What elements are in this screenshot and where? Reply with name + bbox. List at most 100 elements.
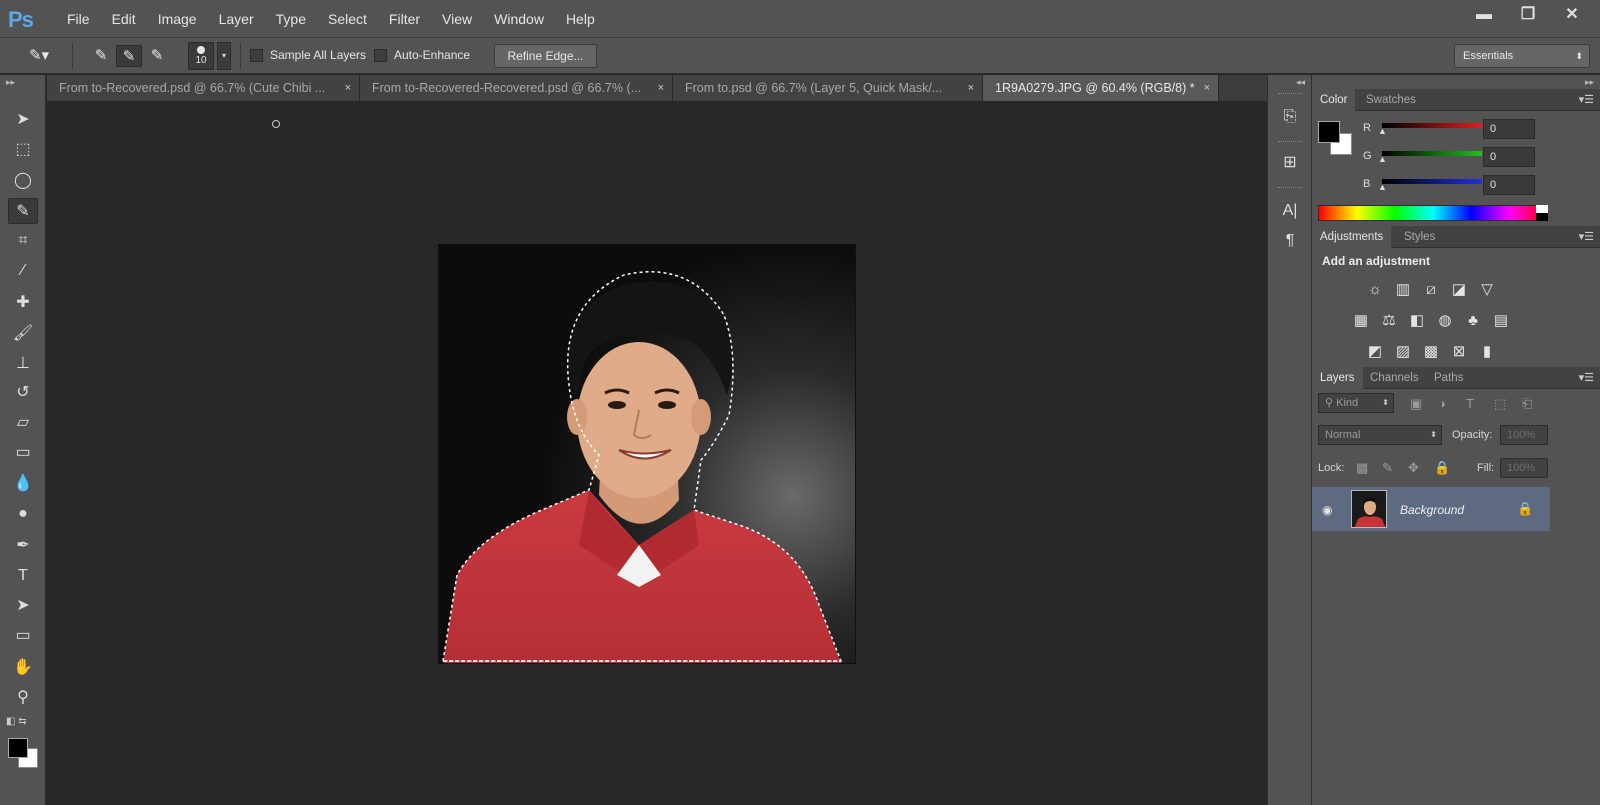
brightness-contrast-icon[interactable]: ☼: [1364, 280, 1386, 300]
opacity-field[interactable]: 100%: [1500, 425, 1548, 445]
close-tab-icon[interactable]: ×: [968, 75, 974, 101]
invert-icon[interactable]: ◩: [1364, 342, 1386, 362]
refine-edge-button[interactable]: Refine Edge...: [494, 44, 597, 68]
panel-menu-icon[interactable]: ▾☰: [1579, 89, 1594, 111]
lock-image-icon[interactable]: ✎: [1382, 460, 1393, 476]
collapse-icon[interactable]: ▸▸: [6, 77, 15, 88]
gradient-tool-icon[interactable]: ▭: [8, 440, 38, 466]
color-spectrum-bar[interactable]: [1318, 205, 1548, 221]
path-selection-tool-icon[interactable]: ➤: [8, 593, 38, 619]
layer-filter-kind-select[interactable]: ⚲ Kind ⬍: [1318, 393, 1394, 413]
red-value-field[interactable]: 0: [1483, 119, 1535, 139]
dodge-tool-icon[interactable]: ●: [8, 501, 38, 527]
collapse-icon[interactable]: ◂◂: [1296, 77, 1305, 88]
lock-transparent-icon[interactable]: ▩: [1356, 460, 1368, 476]
panel-grip[interactable]: [1278, 141, 1302, 144]
lasso-tool-icon[interactable]: ◯: [8, 168, 38, 194]
levels-icon[interactable]: ▥: [1392, 280, 1414, 300]
eyedropper-tool-icon[interactable]: ⁄: [8, 258, 38, 284]
clone-stamp-tool-icon[interactable]: ⊥: [8, 351, 38, 377]
foreground-color-swatch[interactable]: [8, 738, 28, 758]
history-panel-icon[interactable]: ⎘: [1276, 105, 1304, 129]
panel-grip[interactable]: [1278, 93, 1302, 96]
quick-selection-preset-icon[interactable]: ✎▾: [26, 45, 52, 67]
slider-thumb-icon[interactable]: ▲: [1378, 126, 1387, 136]
color-panel-foreground-swatch[interactable]: [1318, 121, 1340, 143]
menu-file[interactable]: File: [56, 0, 101, 38]
tab-adjustments[interactable]: Adjustments: [1312, 226, 1392, 248]
subtract-from-selection-brush-icon[interactable]: ✎: [144, 45, 170, 67]
workspace-select[interactable]: Essentials ⬍: [1454, 44, 1590, 68]
filter-adjustment-icon[interactable]: ◑: [1438, 396, 1446, 411]
close-tab-icon[interactable]: ×: [658, 75, 664, 101]
pen-tool-icon[interactable]: ✒: [8, 533, 38, 559]
doc-tab-3[interactable]: From to.psd @ 66.7% (Layer 5, Quick Mask…: [673, 75, 983, 101]
tab-paths[interactable]: Paths: [1426, 367, 1471, 389]
black-swatch[interactable]: [1536, 213, 1548, 221]
rectangle-tool-icon[interactable]: ▭: [8, 623, 38, 649]
blend-mode-select[interactable]: Normal ⬍: [1318, 425, 1442, 445]
lock-all-icon[interactable]: 🔒: [1434, 460, 1450, 476]
panel-menu-icon[interactable]: ▾☰: [1579, 367, 1594, 389]
new-selection-brush-icon[interactable]: ✎: [88, 45, 114, 67]
selective-color-icon[interactable]: ⊠: [1448, 342, 1470, 362]
properties-panel-icon[interactable]: ⊞: [1276, 151, 1304, 175]
menu-type[interactable]: Type: [265, 0, 317, 38]
exposure-icon[interactable]: ◪: [1448, 280, 1470, 300]
blue-value-field[interactable]: 0: [1483, 175, 1535, 195]
menu-window[interactable]: Window: [483, 0, 555, 38]
hand-tool-icon[interactable]: ✋: [8, 655, 38, 681]
black-white-icon[interactable]: ◧: [1406, 311, 1428, 331]
expand-icon[interactable]: ▸▸: [1585, 77, 1594, 88]
sample-all-layers-checkbox[interactable]: [250, 49, 263, 62]
tab-layers[interactable]: Layers: [1312, 367, 1363, 389]
menu-edit[interactable]: Edit: [101, 0, 147, 38]
menu-filter[interactable]: Filter: [378, 0, 431, 38]
marquee-tool-icon[interactable]: ⬚: [8, 137, 38, 163]
add-to-selection-brush-icon[interactable]: ✎: [116, 45, 142, 67]
color-balance-icon[interactable]: ⚖: [1378, 311, 1400, 331]
tab-swatches[interactable]: Swatches: [1358, 89, 1424, 111]
fill-field[interactable]: 100%: [1500, 458, 1548, 478]
menu-view[interactable]: View: [431, 0, 483, 38]
menu-layer[interactable]: Layer: [208, 0, 265, 38]
restore-button[interactable]: ❐: [1510, 4, 1546, 26]
green-slider[interactable]: [1382, 151, 1482, 156]
crop-tool-icon[interactable]: ⌗: [8, 228, 38, 254]
brush-tool-icon[interactable]: 🖌: [8, 321, 38, 347]
default-colors-icon[interactable]: ◧ ⇆: [6, 716, 27, 727]
history-brush-tool-icon[interactable]: ↺: [8, 380, 38, 406]
channel-mixer-icon[interactable]: ♣: [1462, 311, 1484, 331]
blur-tool-icon[interactable]: 💧: [8, 471, 38, 497]
hue-saturation-icon[interactable]: ▦: [1350, 311, 1372, 331]
menu-select[interactable]: Select: [317, 0, 378, 38]
brush-size-picker[interactable]: 10: [188, 42, 214, 70]
tab-color[interactable]: Color: [1312, 89, 1356, 111]
menu-image[interactable]: Image: [147, 0, 208, 38]
doc-tab-2[interactable]: From to-Recovered-Recovered.psd @ 66.7% …: [360, 75, 673, 101]
lock-position-icon[interactable]: ✥: [1408, 460, 1419, 476]
posterize-icon[interactable]: ▨: [1392, 342, 1414, 362]
canvas-area[interactable]: [47, 101, 1267, 805]
eraser-tool-icon[interactable]: ▱: [8, 410, 38, 436]
close-button[interactable]: ✕: [1554, 4, 1590, 26]
brush-dropdown-icon[interactable]: ▾: [217, 42, 231, 70]
layer-name[interactable]: Background: [1400, 503, 1464, 517]
eye-icon[interactable]: ◉: [1322, 503, 1332, 517]
slider-thumb-icon[interactable]: ▲: [1378, 182, 1387, 192]
green-value-field[interactable]: 0: [1483, 147, 1535, 167]
move-tool-icon[interactable]: ➤: [8, 107, 38, 133]
character-panel-icon[interactable]: A|: [1276, 199, 1304, 223]
slider-thumb-icon[interactable]: ▲: [1378, 154, 1387, 164]
healing-brush-tool-icon[interactable]: ✚: [8, 290, 38, 316]
curves-icon[interactable]: ⧄: [1420, 280, 1442, 300]
filter-shape-icon[interactable]: ⬚: [1494, 396, 1506, 412]
auto-enhance-checkbox[interactable]: [374, 49, 387, 62]
doc-tab-1[interactable]: From to-Recovered.psd @ 66.7% (Cute Chib…: [47, 75, 360, 101]
paragraph-panel-icon[interactable]: ¶: [1276, 229, 1304, 253]
filter-pixel-icon[interactable]: ▣: [1410, 396, 1422, 412]
tab-channels[interactable]: Channels: [1362, 367, 1427, 389]
white-swatch[interactable]: [1536, 205, 1548, 213]
panel-grip[interactable]: [1278, 187, 1302, 190]
tab-styles[interactable]: Styles: [1396, 226, 1443, 248]
